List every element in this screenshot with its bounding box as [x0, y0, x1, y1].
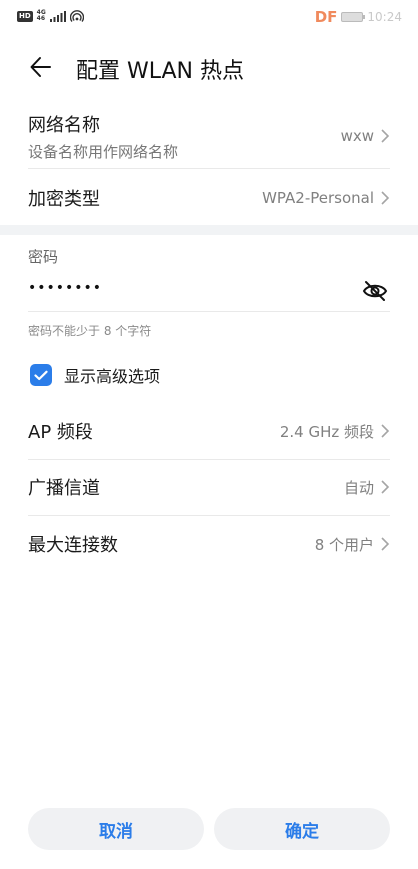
screen: HD 4G 46 DF 10:24 配置 WLAN 热点 网络名称 设备名称用作… [0, 0, 418, 869]
watermark-logo: DF [314, 8, 338, 26]
advanced-checkbox[interactable] [30, 364, 52, 386]
status-bar: HD 4G 46 DF 10:24 [0, 0, 418, 32]
header: 配置 WLAN 热点 [0, 44, 418, 90]
divider [28, 459, 390, 460]
network-type-bottom: 46 [36, 15, 46, 22]
network-name-subtitle: 设备名称用作网络名称 [28, 142, 179, 161]
network-name-row[interactable]: 网络名称 设备名称用作网络名称 wxw [28, 110, 390, 162]
broadcast-channel-right: 自动 [344, 477, 390, 498]
broadcast-channel-value: 自动 [343, 478, 374, 497]
password-value: •••••••• [28, 280, 103, 296]
chevron-right-icon [381, 537, 390, 551]
chevron-right-icon [381, 480, 390, 494]
max-connections-right: 8 个用户 [315, 534, 390, 555]
chevron-right-icon [381, 191, 390, 205]
cancel-button[interactable]: 取消 [28, 808, 204, 850]
password-input[interactable]: •••••••• [28, 278, 390, 308]
ap-band-value: 2.4 GHz 频段 [279, 422, 374, 441]
status-bar-right: DF 10:24 [315, 8, 402, 26]
network-name-title: 网络名称 [28, 114, 100, 136]
broadcast-channel-title: 广播信道 [28, 478, 100, 499]
max-connections-row[interactable]: 最大连接数 8 个用户 [28, 524, 390, 564]
advanced-label: 显示高级选项 [64, 367, 161, 386]
ap-band-right: 2.4 GHz 频段 [280, 421, 390, 442]
encryption-type-row[interactable]: 加密类型 WPA2-Personal [28, 178, 390, 218]
network-name-text: 网络名称 设备名称用作网络名称 [28, 111, 178, 162]
confirm-button[interactable]: 确定 [214, 808, 390, 850]
password-underline [28, 311, 390, 312]
ap-band-title: AP 频段 [28, 422, 93, 443]
battery-icon [341, 12, 366, 22]
status-bar-left: HD 4G 46 [17, 10, 84, 22]
max-connections-title: 最大连接数 [28, 535, 118, 556]
chevron-right-icon [381, 424, 390, 438]
signal-icon [49, 10, 66, 22]
password-label: 密码 [28, 248, 59, 266]
page-title: 配置 WLAN 热点 [76, 59, 245, 84]
back-arrow-icon[interactable] [28, 54, 54, 80]
show-advanced-option[interactable]: 显示高级选项 [30, 363, 160, 387]
broadcast-channel-row[interactable]: 广播信道 自动 [28, 467, 390, 507]
divider [28, 515, 390, 516]
chevron-right-icon [381, 129, 390, 143]
encryption-type-value: WPA2-Personal [262, 189, 374, 207]
status-time: 10:24 [367, 10, 402, 24]
eye-off-icon[interactable] [362, 280, 388, 302]
hotspot-icon [69, 10, 84, 22]
password-hint: 密码不能少于 8 个字符 [28, 324, 152, 338]
network-name-value: wxw [340, 127, 374, 145]
encryption-type-right: WPA2-Personal [262, 189, 390, 207]
divider [28, 168, 390, 169]
max-connections-value: 8 个用户 [314, 535, 374, 554]
hd-badge: HD [17, 10, 33, 22]
check-icon [34, 370, 48, 380]
section-separator [0, 225, 418, 235]
network-type: 4G 46 [37, 10, 46, 22]
ap-band-row[interactable]: AP 频段 2.4 GHz 频段 [28, 411, 390, 451]
encryption-type-title: 加密类型 [28, 189, 100, 210]
network-name-right: wxw [341, 127, 390, 145]
